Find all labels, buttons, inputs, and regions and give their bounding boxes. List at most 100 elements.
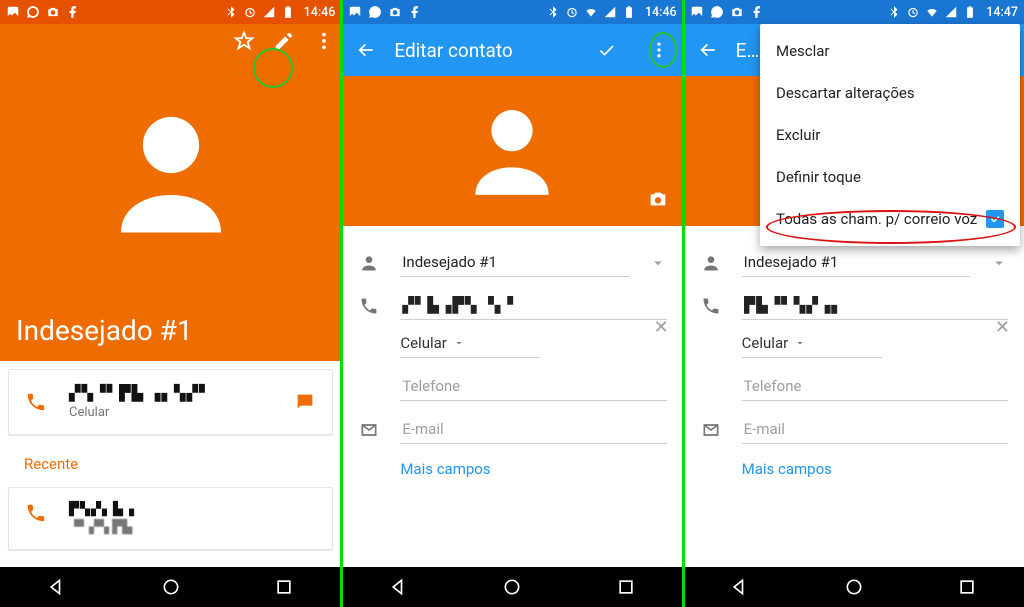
facebook-icon — [750, 5, 764, 19]
phone-icon — [25, 502, 47, 524]
phone-icon — [701, 296, 721, 316]
nav-recent-icon[interactable] — [616, 577, 636, 597]
whatsapp-icon — [710, 5, 724, 19]
menu-ringtone[interactable]: Definir toque — [760, 156, 1020, 198]
edit-icon[interactable] — [273, 30, 295, 52]
nav-recent-icon[interactable] — [274, 577, 294, 597]
phone-extra-field[interactable] — [400, 372, 666, 401]
sms-icon[interactable] — [294, 391, 316, 413]
name-field[interactable] — [400, 248, 628, 277]
email-icon — [701, 420, 721, 440]
nav-home-icon[interactable] — [844, 577, 864, 597]
phone-type-value: Celular — [400, 334, 447, 352]
email-field[interactable] — [400, 415, 666, 444]
phone-type-value: Celular — [742, 334, 789, 352]
edit-form: ✕ Celular Mais campos — [684, 226, 1024, 478]
phone-type-dropdown[interactable]: Celular — [400, 334, 540, 358]
screen-contact-detail: 14:46 Indesejado #1 ▞▚▝▘▛▙ ▗▖▚▞▘ Celular… — [0, 0, 341, 607]
bluetooth-icon — [887, 5, 901, 19]
chevron-down-icon[interactable] — [649, 254, 667, 272]
confirm-icon[interactable] — [597, 40, 617, 60]
phone-extra-field[interactable] — [742, 372, 1008, 401]
signal-icon — [262, 5, 276, 19]
more-fields-link[interactable]: Mais campos — [400, 460, 666, 478]
email-icon — [359, 420, 379, 440]
back-icon[interactable] — [356, 40, 376, 60]
facebook-icon — [66, 5, 80, 19]
more-icon[interactable] — [649, 40, 669, 60]
recent-number-masked: ▛▚▞▖▙▗ — [69, 502, 135, 517]
nav-recent-icon[interactable] — [957, 577, 977, 597]
bluetooth-icon — [546, 5, 560, 19]
phone-type-label: Celular — [69, 405, 212, 420]
phone-field[interactable] — [400, 291, 666, 320]
nav-bar — [342, 567, 682, 607]
appbar: Editar contato — [342, 24, 682, 76]
clear-icon[interactable]: ✕ — [654, 317, 669, 338]
signal-icon — [603, 5, 617, 19]
appbar-title-truncated: E… — [736, 39, 760, 62]
more-fields-link[interactable]: Mais campos — [742, 460, 1008, 478]
image-icon — [348, 5, 362, 19]
bluetooth-icon — [224, 5, 238, 19]
facebook-icon — [408, 5, 422, 19]
alarm-icon — [565, 5, 579, 19]
person-icon — [701, 253, 721, 273]
camera-icon — [388, 5, 402, 19]
name-field[interactable] — [742, 248, 970, 277]
menu-discard[interactable]: Descartar alterações — [760, 72, 1020, 114]
clock-text: 14:46 — [304, 5, 336, 20]
menu-merge[interactable]: Mesclar — [760, 30, 1020, 72]
whatsapp-icon — [368, 5, 382, 19]
phone-number-block: ▞▚▝▘▛▙ ▗▖▚▞▘ Celular — [69, 384, 212, 420]
clock-text: 14:47 — [986, 5, 1018, 20]
appbar-title: Editar contato — [394, 39, 512, 62]
status-bar: 14:46 — [0, 0, 341, 24]
back-icon[interactable] — [698, 40, 718, 60]
nav-back-icon[interactable] — [47, 577, 67, 597]
contact-photo-area[interactable] — [342, 76, 682, 226]
nav-back-icon[interactable] — [730, 577, 750, 597]
recent-time: ▝▘▞▚ ▛▙ — [69, 520, 135, 535]
phone-type-dropdown[interactable]: Celular — [742, 334, 882, 358]
image-icon — [690, 5, 704, 19]
clock-text: 14:46 — [645, 5, 677, 20]
battery-icon — [622, 5, 636, 19]
menu-delete[interactable]: Excluir — [760, 114, 1020, 156]
clear-icon[interactable]: ✕ — [995, 317, 1010, 338]
highlight-circle-edit — [253, 48, 293, 88]
phone-number-masked: ▞▚▝▘▛▙ ▗▖▚▞▘ — [69, 384, 212, 402]
phone-card[interactable]: ▞▚▝▘▛▙ ▗▖▚▞▘ Celular — [8, 369, 333, 435]
dropdown-icon — [794, 337, 806, 349]
email-field[interactable] — [742, 415, 1008, 444]
recent-card[interactable]: ▛▚▞▖▙▗ ▝▘▞▚ ▛▙ — [8, 487, 333, 550]
image-icon — [6, 5, 20, 19]
menu-voicemail[interactable]: Todas as cham. p/ correio voz — [760, 198, 1020, 240]
checkbox-checked-icon — [986, 210, 1004, 228]
nav-back-icon[interactable] — [389, 577, 409, 597]
phone-field[interactable] — [742, 291, 1008, 320]
signal-icon — [944, 5, 958, 19]
nav-home-icon[interactable] — [502, 577, 522, 597]
recent-heading: Recente — [8, 443, 333, 479]
screen-edit-contact: 14:46 Editar contato ✕ Celular — [341, 0, 682, 607]
contact-name: Indesejado #1 — [16, 314, 193, 347]
nav-bar — [684, 567, 1024, 607]
contact-header: Indesejado #1 — [0, 24, 341, 361]
chevron-down-icon[interactable] — [990, 254, 1008, 272]
wifi-icon — [584, 5, 598, 19]
wifi-icon — [925, 5, 939, 19]
avatar-placeholder — [96, 95, 246, 249]
nav-home-icon[interactable] — [161, 577, 181, 597]
person-icon — [359, 253, 379, 273]
screen-edit-menu-open: 14:47 E… ✕ Celular — [683, 0, 1024, 607]
menu-voicemail-label: Todas as cham. p/ correio voz — [776, 210, 977, 228]
camera-icon — [46, 5, 60, 19]
nav-bar — [0, 567, 341, 607]
dropdown-icon — [453, 337, 465, 349]
more-icon[interactable] — [313, 30, 335, 52]
edit-form: ✕ Celular Mais campos — [342, 226, 682, 478]
overflow-menu: Mesclar Descartar alterações Excluir Def… — [760, 24, 1020, 246]
camera-button[interactable] — [647, 188, 669, 214]
star-icon[interactable] — [233, 30, 255, 52]
